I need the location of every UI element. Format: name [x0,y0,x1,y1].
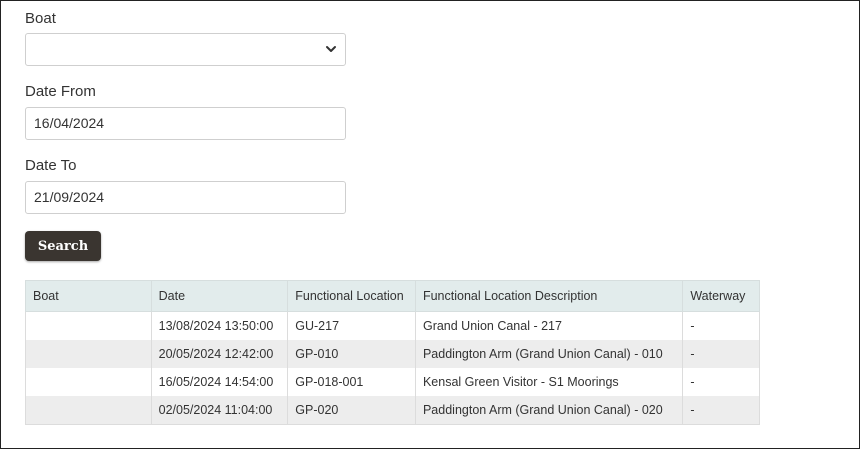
cell-waterway: - [682,396,760,425]
date-to-label: Date To [25,157,77,174]
cell-description: Grand Union Canal - 217 [414,311,684,340]
cell-boat [25,368,152,396]
cell-boat [25,340,152,368]
table-row: 16/05/2024 14:54:00 GP-018-001 Kensal Gr… [25,368,760,396]
cell-location: GU-217 [287,311,416,340]
results-table: Boat Date Functional Location Functional… [25,280,760,425]
cell-boat [25,311,152,340]
header-waterway[interactable]: Waterway [682,280,760,312]
table-row: 13/08/2024 13:50:00 GU-217 Grand Union C… [25,311,760,340]
table-row: 20/05/2024 12:42:00 GP-010 Paddington Ar… [25,340,760,368]
header-boat[interactable]: Boat [25,280,152,312]
date-from-input[interactable]: 16/04/2024 [25,107,346,140]
cell-description: Paddington Arm (Grand Union Canal) - 010 [414,340,684,368]
header-functional-location[interactable]: Functional Location [287,280,416,312]
chevron-down-icon [326,46,336,52]
cell-waterway: - [682,311,760,340]
cell-waterway: - [682,368,760,396]
cell-date: 13/08/2024 13:50:00 [150,311,289,340]
cell-description: Kensal Green Visitor - S1 Moorings [414,368,684,396]
header-functional-location-description[interactable]: Functional Location Description [414,280,684,312]
header-date[interactable]: Date [150,280,289,312]
boat-select[interactable] [25,33,346,66]
search-button[interactable]: Search [25,231,101,261]
table-header-row: Boat Date Functional Location Functional… [25,280,760,312]
cell-date: 16/05/2024 14:54:00 [150,368,289,396]
cell-waterway: - [682,340,760,368]
cell-date: 20/05/2024 12:42:00 [150,340,289,368]
date-from-label: Date From [25,83,96,100]
boat-label: Boat [25,10,56,27]
date-to-input[interactable]: 21/09/2024 [25,181,346,214]
cell-description: Paddington Arm (Grand Union Canal) - 020 [414,396,684,425]
cell-location: GP-018-001 [287,368,416,396]
table-row: 02/05/2024 11:04:00 GP-020 Paddington Ar… [25,396,760,425]
cell-location: GP-020 [287,396,416,425]
cell-date: 02/05/2024 11:04:00 [150,396,289,425]
cell-location: GP-010 [287,340,416,368]
cell-boat [25,396,152,425]
